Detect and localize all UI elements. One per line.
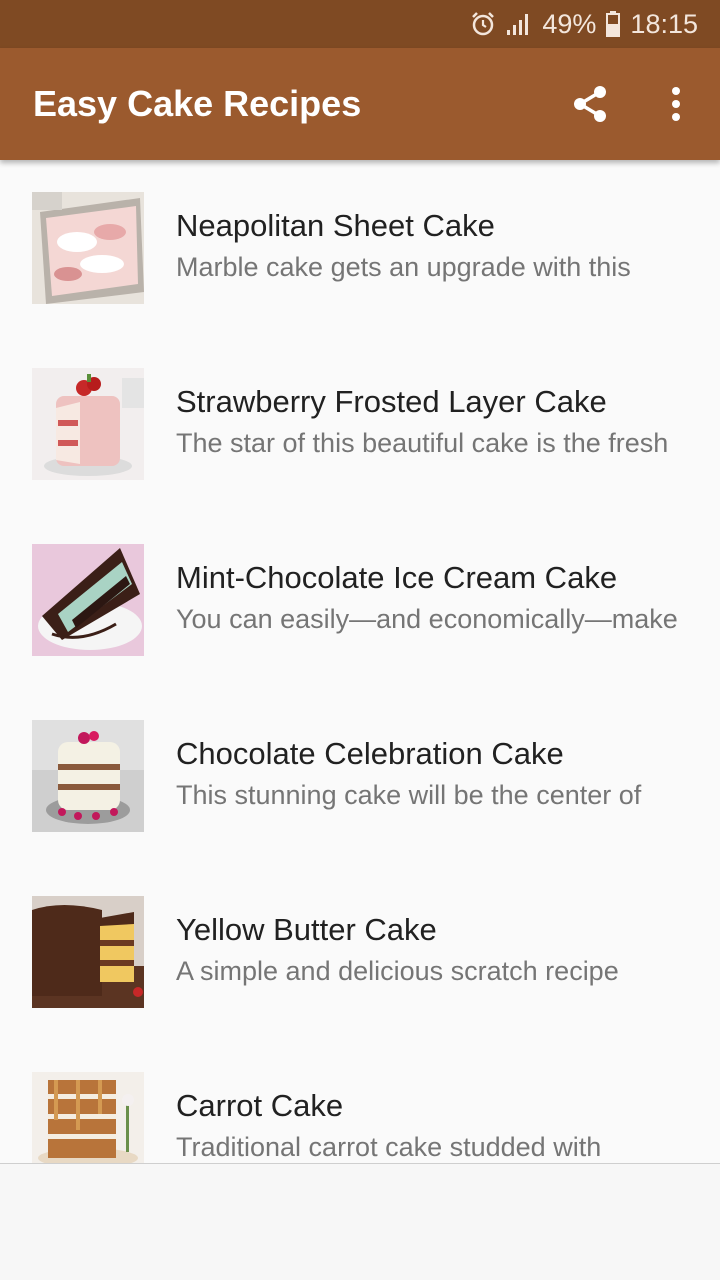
- more-vert-icon: [672, 87, 680, 121]
- recipe-thumbnail: [32, 896, 144, 1008]
- alarm-icon: [470, 11, 496, 37]
- recipe-description: The star of this beautiful cake is the f…: [176, 428, 669, 458]
- recipe-list: Neapolitan Sheet Cake Marble cake gets a…: [0, 160, 720, 1163]
- recipe-thumbnail: [32, 544, 144, 656]
- clock: 18:15: [630, 8, 698, 39]
- recipe-title: Carrot Cake: [176, 1088, 344, 1123]
- share-icon: [574, 86, 606, 122]
- recipe-item[interactable]: Chocolate Celebration Cake This stunning…: [0, 688, 720, 864]
- signal-icon: [506, 12, 532, 36]
- app-bar: Easy Cake Recipes: [0, 48, 720, 160]
- battery-icon: [606, 11, 621, 37]
- recipe-description: This stunning cake will be the center of: [176, 780, 642, 810]
- recipe-thumbnail: [32, 192, 144, 304]
- app-title: Easy Cake Recipes: [33, 83, 362, 124]
- recipe-item[interactable]: Mint-Chocolate Ice Cream Cake You can ea…: [0, 512, 720, 688]
- recipe-thumbnail: [32, 1072, 144, 1163]
- overflow-menu-button[interactable]: [648, 76, 704, 132]
- recipe-item[interactable]: Neapolitan Sheet Cake Marble cake gets a…: [0, 160, 720, 336]
- recipe-description: A simple and delicious scratch recipe: [176, 956, 619, 986]
- recipe-description: Traditional carrot cake studded with: [176, 1132, 602, 1162]
- recipe-thumbnail: [32, 368, 144, 480]
- battery-percentage: 49%: [542, 8, 597, 39]
- recipe-item[interactable]: Strawberry Frosted Layer Cake The star o…: [0, 336, 720, 512]
- recipe-title: Strawberry Frosted Layer Cake: [176, 384, 607, 419]
- recipe-title: Chocolate Celebration Cake: [176, 736, 564, 771]
- recipe-description: Marble cake gets an upgrade with this: [176, 252, 631, 282]
- recipe-title: Neapolitan Sheet Cake: [176, 208, 495, 243]
- share-button[interactable]: [562, 76, 618, 132]
- bottom-area: [0, 1164, 720, 1280]
- recipe-title: Yellow Butter Cake: [176, 912, 437, 947]
- status-bar: 49% 18:15: [0, 0, 720, 48]
- recipe-title: Mint-Chocolate Ice Cream Cake: [176, 560, 618, 595]
- recipe-item[interactable]: Yellow Butter Cake A simple and deliciou…: [0, 864, 720, 1040]
- recipe-item[interactable]: Carrot Cake Traditional carrot cake stud…: [0, 1040, 720, 1163]
- recipe-thumbnail: [32, 720, 144, 832]
- recipe-description: You can easily—and economically—make: [176, 604, 678, 634]
